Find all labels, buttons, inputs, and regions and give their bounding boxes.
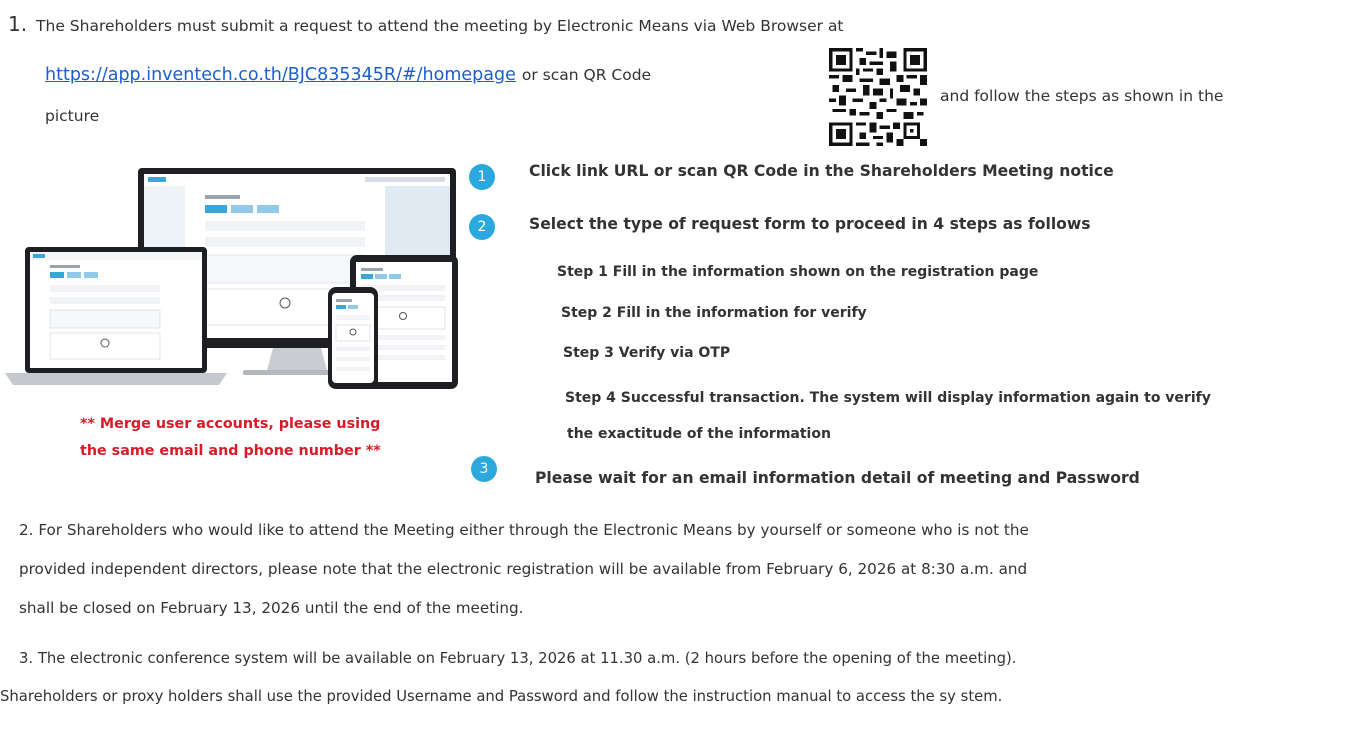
step2-sub4b: the exactitude of the information [567, 426, 831, 442]
step2-badge: 2 [469, 214, 495, 240]
step2-sub1: Step 1 Fill in the information shown on … [557, 264, 1039, 280]
para1-text: The Shareholders must submit a request t… [36, 17, 844, 35]
para1-line3: picture [45, 107, 100, 125]
laptop-image [5, 247, 227, 385]
merge-note-line1: ** Merge user accounts, please using [80, 416, 381, 432]
para2-line2: provided independent directors, please n… [19, 560, 1028, 578]
para1-line1: 1. The Shareholders must submit a reques… [8, 12, 844, 36]
step2-sub3: Step 3 Verify via OTP [563, 345, 731, 361]
para1-number: 1. [8, 12, 28, 36]
para1-line2: https://app.inventech.co.th/BJC835345R/#… [45, 65, 651, 85]
step2-sub2: Step 2 Fill in the information for verif… [561, 305, 867, 321]
step3-badge: 3 [471, 456, 497, 482]
phone-image [328, 287, 378, 389]
devices-illustration [5, 168, 458, 389]
registration-link[interactable]: https://app.inventech.co.th/BJC835345R/#… [45, 65, 516, 85]
step1-badge: 1 [469, 164, 495, 190]
step2-sub4a: Step 4 Successful transaction. The syste… [565, 390, 1211, 406]
step2-text: Select the type of request form to proce… [529, 215, 1091, 233]
para2-line1: 2. For Shareholders who would like to at… [19, 521, 1029, 539]
step3-text: Please wait for an email information det… [535, 469, 1140, 487]
para1-after-qr: and follow the steps as shown in the [940, 87, 1224, 105]
para3-line1: 3. The electronic conference system will… [19, 650, 1017, 667]
step1-text: Click link URL or scan QR Code in the Sh… [529, 162, 1114, 180]
para3-line2: Shareholders or proxy holders shall use … [0, 688, 1003, 705]
para1-mid-text: or scan QR Code [521, 66, 652, 84]
merge-note-line2: the same email and phone number ** [80, 443, 381, 459]
para2-line3: shall be closed on February 13, 2026 unt… [19, 599, 524, 617]
qr-code[interactable] [829, 48, 927, 146]
